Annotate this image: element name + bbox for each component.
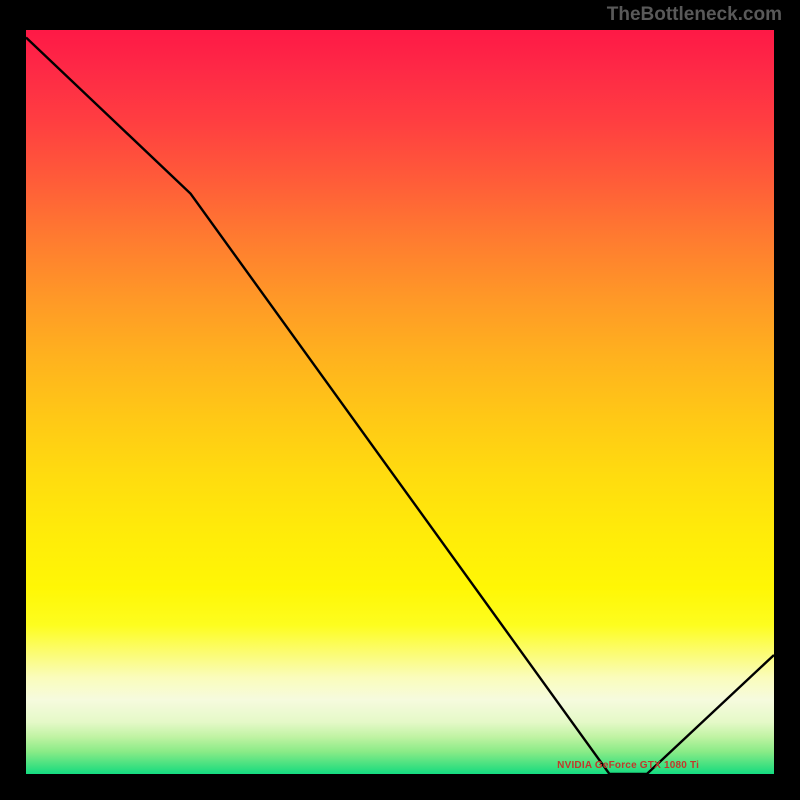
line-chart-svg <box>26 30 774 774</box>
chart-root: TheBottleneck.com NVIDIA GeForce GTX 108… <box>0 0 800 800</box>
plot-area: NVIDIA GeForce GTX 1080 Ti <box>26 30 774 774</box>
chart-annotation: NVIDIA GeForce GTX 1080 Ti <box>557 760 699 771</box>
attribution-text: TheBottleneck.com <box>607 4 782 26</box>
chart-line <box>26 37 774 774</box>
